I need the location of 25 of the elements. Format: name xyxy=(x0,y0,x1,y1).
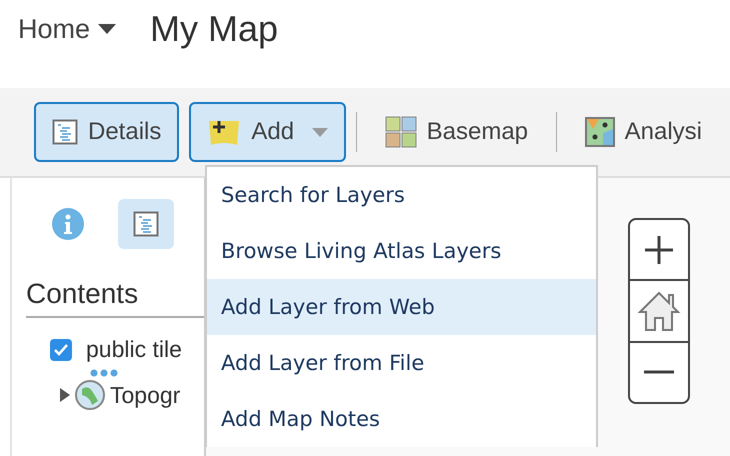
toolbar-button[interactable]: Add xyxy=(189,102,346,162)
caret-icon xyxy=(312,128,328,136)
panel-tab[interactable] xyxy=(118,199,174,249)
list-icon xyxy=(52,119,78,145)
expand-arrow-icon[interactable] xyxy=(60,388,70,402)
toolbar-button[interactable]: Basemap xyxy=(366,102,546,162)
layer-checkbox[interactable] xyxy=(50,338,72,360)
toolbar-button[interactable]: Details xyxy=(34,102,180,162)
more-options-icon[interactable] xyxy=(90,369,118,377)
analysis-map-icon xyxy=(584,117,615,147)
basemap-grid-icon xyxy=(384,116,417,148)
map-title: My Map xyxy=(150,8,278,50)
minus-icon xyxy=(644,370,674,374)
toolbar-button[interactable]: Analysi xyxy=(566,102,720,162)
globe-icon xyxy=(74,379,106,411)
layer-name: Topogr xyxy=(110,382,180,408)
menu-item[interactable]: Add Layer from Web xyxy=(207,279,596,335)
home-menu[interactable]: Home xyxy=(18,14,116,44)
info-icon xyxy=(52,208,84,240)
check-icon xyxy=(54,344,68,356)
house-icon xyxy=(637,290,681,332)
layer-name: public tile xyxy=(86,336,182,363)
plus-icon xyxy=(644,234,674,265)
caret-icon xyxy=(98,24,116,34)
list-icon xyxy=(133,211,159,237)
